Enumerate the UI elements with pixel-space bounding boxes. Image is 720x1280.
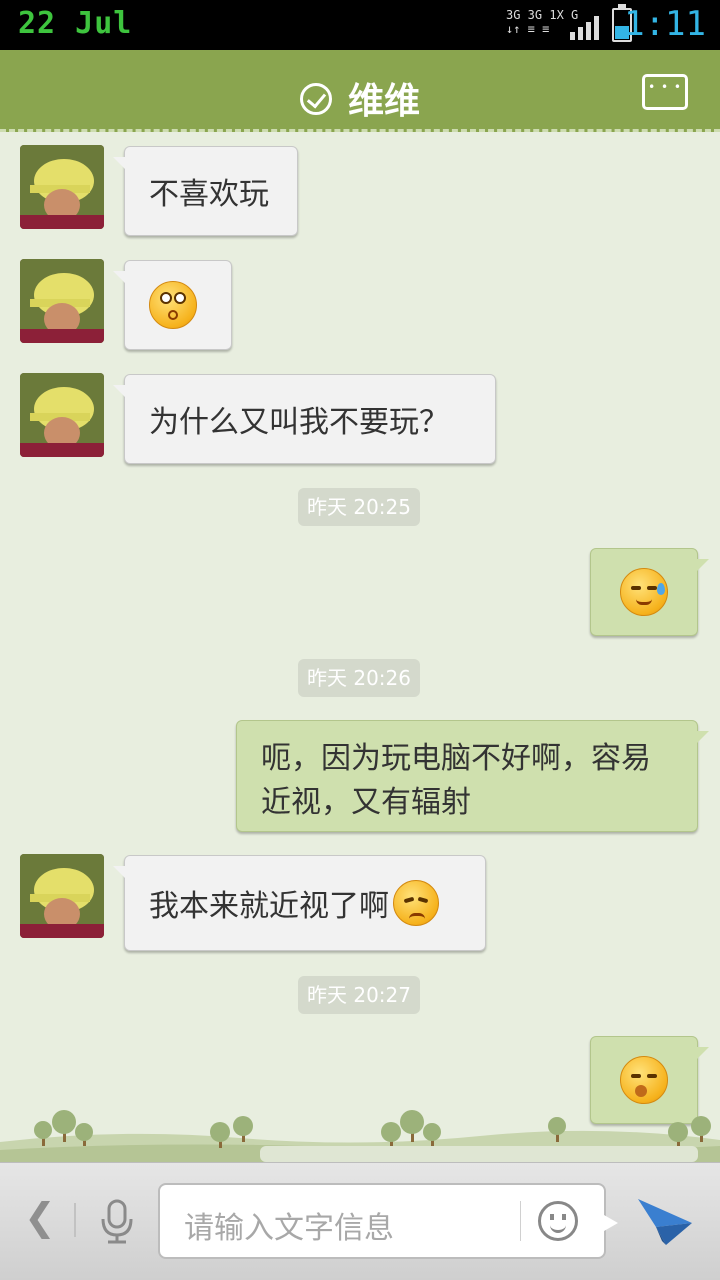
divider — [74, 1203, 76, 1237]
status-time: 1:11 — [624, 4, 706, 44]
contact-avatar[interactable] — [20, 373, 104, 457]
message-text: 呃，因为玩电脑不好啊，容易近视，又有辐射 — [261, 741, 651, 820]
more-options-button[interactable] — [642, 74, 688, 110]
contact-avatar[interactable] — [20, 259, 104, 343]
message-timestamp: 昨天 20:26 — [298, 659, 420, 697]
dizzy-emoji-icon — [149, 281, 197, 329]
shy-emoji-icon — [620, 1056, 668, 1104]
status-date: 22 Jul — [18, 6, 133, 41]
input-placeholder: 请输入文字信息 — [184, 1211, 394, 1246]
message-bubble[interactable] — [113, 260, 232, 350]
message-input[interactable]: 请输入文字信息 — [158, 1183, 618, 1259]
divider — [520, 1201, 521, 1241]
contact-avatar[interactable] — [20, 854, 104, 938]
sad-emoji-icon — [393, 880, 439, 926]
sweat-emoji-icon — [620, 568, 668, 616]
message-bubble[interactable]: 我本来就近视了啊 — [113, 855, 486, 951]
message-timestamp: 昨天 20:25 — [298, 488, 420, 526]
message-bubble[interactable]: 呃，因为玩电脑不好啊，容易近视，又有辐射 — [236, 720, 709, 832]
message-text: 为什么又叫我不要玩？ — [149, 405, 449, 440]
microphone-icon[interactable] — [98, 1199, 136, 1245]
collapse-chevron-icon[interactable]: ❮ — [24, 1195, 56, 1239]
message-input-bar: ❮ 请输入文字信息 — [0, 1162, 720, 1280]
background-scenery — [0, 1100, 720, 1162]
contact-avatar[interactable] — [20, 145, 104, 229]
message-bubble[interactable]: 不喜欢玩 — [113, 146, 298, 236]
message-timestamp: 昨天 20:27 — [298, 976, 420, 1014]
emoji-picker-icon[interactable] — [538, 1201, 578, 1241]
send-button[interactable] — [636, 1193, 694, 1247]
chat-area[interactable]: 不喜欢玩 为什么又叫我不要玩？ 昨天 20:25 昨天 20:26 呃，因为玩电… — [0, 132, 720, 1162]
message-bubble[interactable] — [590, 548, 709, 636]
message-text: 不喜欢玩 — [149, 177, 269, 212]
chat-header: 维维 — [0, 50, 720, 132]
contact-name: 维维 — [347, 81, 420, 122]
network-indicator: 3G 3G 1X G ↓↑ ≡ ≡ — [506, 8, 579, 36]
contact-title: 维维 — [0, 72, 720, 124]
verified-check-icon — [299, 83, 332, 115]
status-bar: 22 Jul 3G 3G 1X G ↓↑ ≡ ≡ 1:11 — [0, 0, 720, 50]
signal-icon — [570, 14, 600, 40]
message-text: 我本来就近视了啊 — [149, 889, 389, 924]
message-bubble[interactable]: 为什么又叫我不要玩？ — [113, 374, 496, 464]
